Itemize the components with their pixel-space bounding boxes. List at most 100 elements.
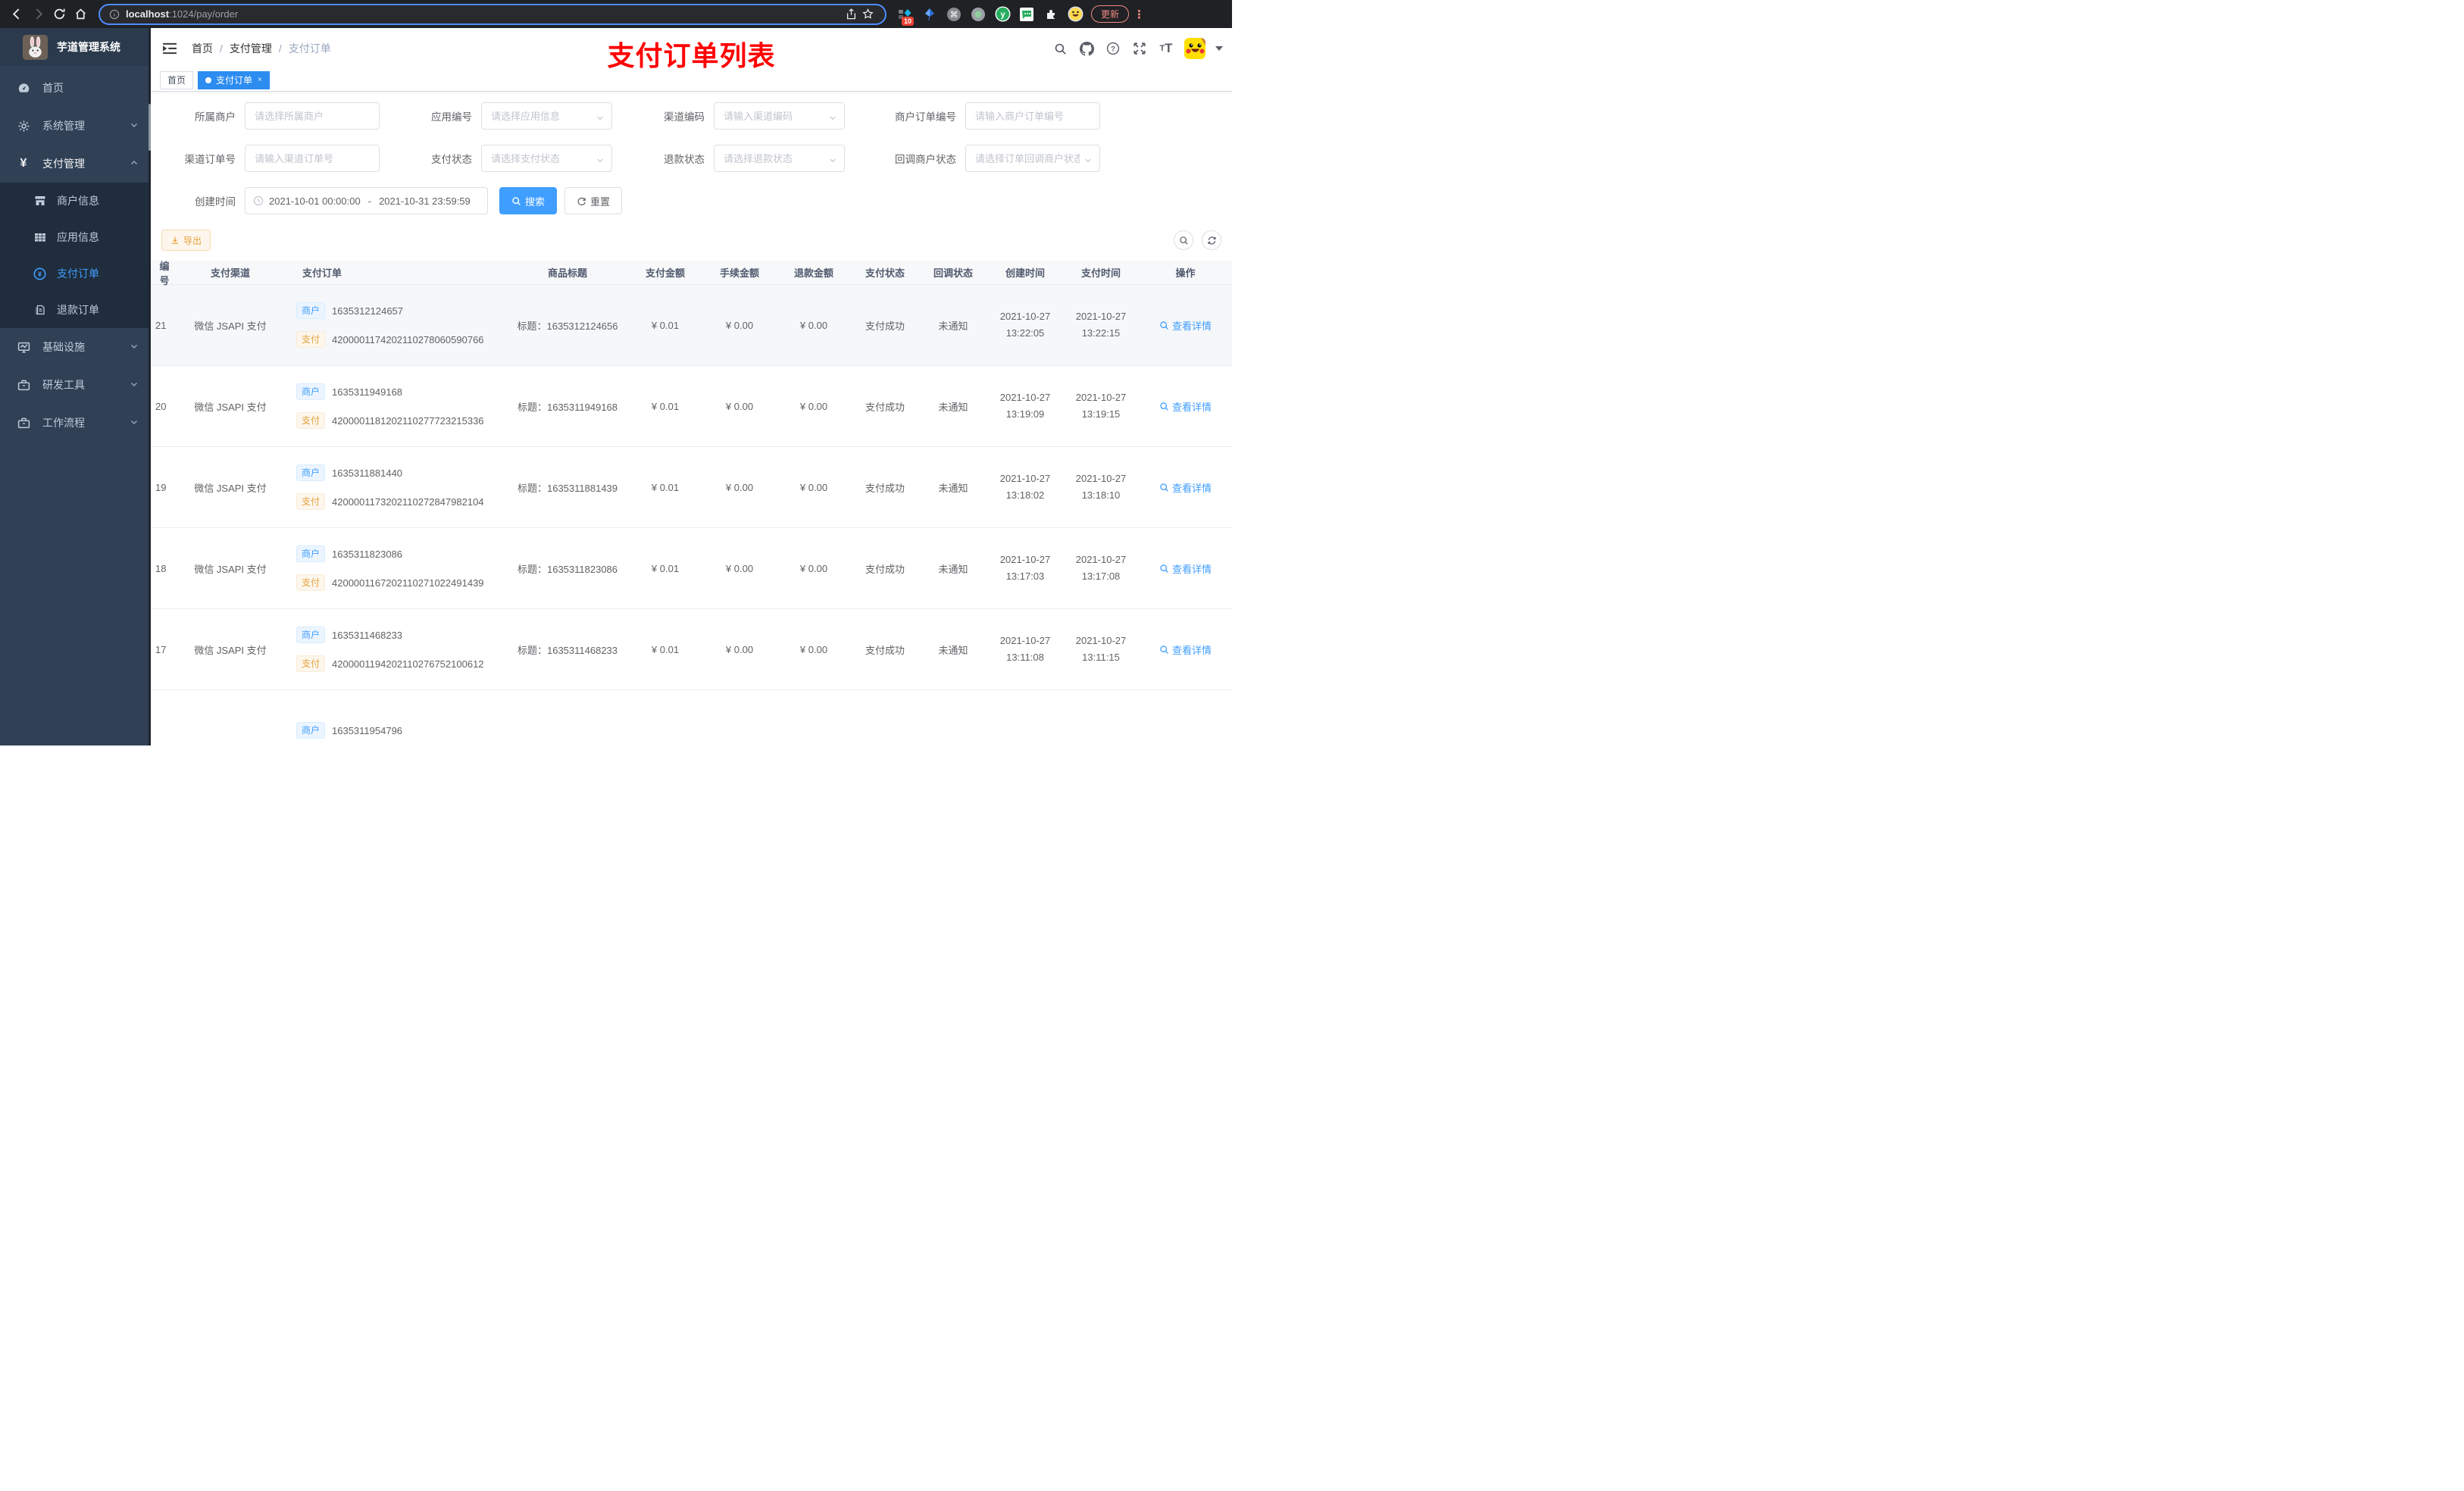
browser-menu-icon[interactable]: ⋮ — [1134, 8, 1145, 21]
sidebar-fold-icon[interactable] — [161, 40, 178, 57]
ext-diamond-icon[interactable]: 10 — [897, 6, 915, 26]
create-time-cell: 2021-10-27 13:19:09 — [999, 392, 1051, 420]
pay-channel-cell: 微信 JSAPI 支付 — [194, 320, 267, 332]
app-id-select[interactable] — [481, 102, 612, 130]
notify-status-select[interactable] — [965, 145, 1100, 172]
font-size-icon[interactable]: TT — [1158, 40, 1174, 57]
chevron-up-icon — [130, 158, 139, 170]
avatar-caret-icon[interactable] — [1215, 46, 1223, 51]
fee-amount-cell: ¥ 0.00 — [725, 319, 754, 331]
forward-icon[interactable] — [27, 4, 48, 25]
yen-circle-icon: ¥ — [33, 267, 46, 280]
sidebar-item-home[interactable]: 首页 — [0, 69, 151, 107]
col-create-time: 创建时间 — [1005, 267, 1045, 279]
pay-order-cell: 商户 1635311954796 — [287, 722, 507, 739]
ext-record-icon[interactable] — [970, 6, 987, 23]
sidebar-item-merchant-info[interactable]: 商户信息 — [0, 183, 151, 219]
refresh-button[interactable] — [1202, 230, 1221, 250]
tag-pay-order[interactable]: 支付订单 × — [198, 70, 270, 89]
field-label: 所属商户 — [195, 111, 236, 123]
ext-puzzle-icon[interactable] — [1043, 6, 1059, 23]
merchant-tag: 商户 — [296, 383, 326, 400]
ext-chat-icon[interactable] — [1018, 6, 1035, 23]
order-id-cell: 20 — [155, 400, 167, 412]
github-icon[interactable] — [1078, 40, 1095, 57]
field-refund-status: 退款状态 — [630, 145, 845, 172]
pay-tag: 支付 — [296, 655, 326, 672]
channel-code-select[interactable] — [714, 102, 845, 130]
search-button[interactable]: 搜索 — [499, 187, 558, 214]
pay-amount-cell: ¥ 0.01 — [651, 400, 680, 412]
pay-tag: 支付 — [296, 331, 326, 348]
main-area: 所属商户 应用编号 渠道编码 — [151, 92, 1232, 746]
bookmark-star-icon[interactable] — [859, 4, 876, 25]
search-icon[interactable] — [1052, 40, 1068, 57]
fullscreen-icon[interactable] — [1131, 40, 1148, 57]
chevron-down-icon — [130, 379, 139, 391]
merchant-tag: 商户 — [296, 722, 326, 739]
sidebar-item-system[interactable]: 系统管理 — [0, 107, 151, 145]
site-info-icon[interactable] — [109, 9, 120, 20]
view-detail-link[interactable]: 查看详情 — [1159, 642, 1212, 657]
logo-row[interactable]: 芋道管理系统 — [0, 28, 151, 66]
tag-home[interactable]: 首页 — [160, 70, 194, 89]
sidebar-item-infra[interactable]: 基础设施 — [0, 328, 151, 366]
view-detail-link[interactable]: 查看详情 — [1159, 561, 1212, 576]
sidebar-item-workflow[interactable]: 工作流程 — [0, 404, 151, 442]
address-bar[interactable]: localhost:1024/pay/order — [98, 3, 886, 25]
channel-order-no-input[interactable] — [245, 145, 380, 172]
refund-amount-cell: ¥ 0.00 — [799, 319, 828, 331]
sidebar: 芋道管理系统 首页 系统管理 ¥ 支付管理 商户信息 应用信息 ¥ 支付订单 退… — [0, 28, 151, 746]
pay-tag: 支付 — [296, 493, 326, 510]
view-detail-link[interactable]: 查看详情 — [1159, 318, 1212, 333]
tag-close-icon[interactable]: × — [258, 76, 262, 84]
product-title-cell: 标题：1635311468233 — [517, 644, 618, 656]
help-icon[interactable]: ? — [1105, 40, 1121, 57]
sidebar-item-devtools[interactable]: 研发工具 — [0, 366, 151, 404]
merchant-order-no: 1635311468233 — [332, 629, 403, 641]
ext-y-icon[interactable]: y — [994, 6, 1011, 23]
create-time-range-input[interactable]: 2021-10-01 00:00:00 - 2021-10-31 23:59:5… — [245, 187, 488, 214]
create-time-cell: 2021-10-27 13:22:05 — [999, 311, 1051, 339]
merchant-input[interactable] — [245, 102, 380, 130]
product-title-cell: 标题：1635311949168 — [517, 401, 618, 413]
field-label: 渠道编码 — [664, 111, 705, 123]
share-icon[interactable] — [843, 4, 859, 25]
field-merchant-order-no: 商户订单编号 — [863, 102, 1100, 130]
merchant-order-no: 1635311949168 — [332, 386, 403, 398]
breadcrumb-pay-mgmt[interactable]: 支付管理 — [230, 41, 272, 56]
pay-time-cell: 2021-10-27 13:11:15 — [1075, 635, 1127, 663]
pay-channel-cell: 微信 JSAPI 支付 — [194, 563, 267, 575]
sidebar-item-pay-order[interactable]: ¥ 支付订单 — [0, 255, 151, 292]
reset-button[interactable]: 重置 — [564, 187, 623, 214]
sidebar-item-refund-order[interactable]: 退款订单 — [0, 292, 151, 328]
home-icon[interactable] — [70, 4, 91, 25]
reload-icon[interactable] — [48, 4, 70, 25]
breadcrumb-home[interactable]: 首页 — [192, 41, 213, 56]
filter-row-1: 所属商户 应用编号 渠道编码 — [161, 102, 1221, 130]
sidebar-item-app-info[interactable]: 应用信息 — [0, 219, 151, 255]
merchant-order-no-input[interactable] — [965, 102, 1100, 130]
table-row: 20 微信 JSAPI 支付 商户 1635311949168 支付 4200001181… — [151, 366, 1232, 447]
document-icon — [33, 304, 46, 317]
ext-emoji-icon[interactable] — [1067, 6, 1083, 23]
ext-kite-icon[interactable] — [921, 6, 938, 23]
sidebar-item-label: 支付管理 — [42, 158, 85, 170]
navbar: 首页 / 支付管理 / 支付订单 支付订单列表 ? T T — [151, 28, 1232, 71]
sidebar-item-payment[interactable]: ¥ 支付管理 — [0, 145, 151, 183]
view-detail-link[interactable]: 查看详情 — [1159, 480, 1212, 495]
refund-status-select[interactable] — [714, 145, 845, 172]
update-button[interactable]: 更新 — [1091, 5, 1130, 23]
field-channel-order-no: 渠道订单号 — [161, 145, 380, 172]
ext-command-icon[interactable]: ⌘ — [946, 6, 962, 23]
table-toolbar: 导出 — [151, 230, 1232, 251]
toggle-search-button[interactable] — [1174, 230, 1193, 250]
view-detail-link[interactable]: 查看详情 — [1159, 399, 1212, 414]
sidebar-scrollbar[interactable] — [149, 104, 151, 151]
create-time-cell: 2021-10-27 13:11:08 — [999, 635, 1051, 663]
export-button[interactable]: 导出 — [161, 230, 211, 251]
avatar[interactable] — [1184, 38, 1205, 59]
yen-icon: ¥ — [20, 157, 27, 170]
back-icon[interactable] — [6, 4, 27, 25]
pay-status-select[interactable] — [481, 145, 612, 172]
